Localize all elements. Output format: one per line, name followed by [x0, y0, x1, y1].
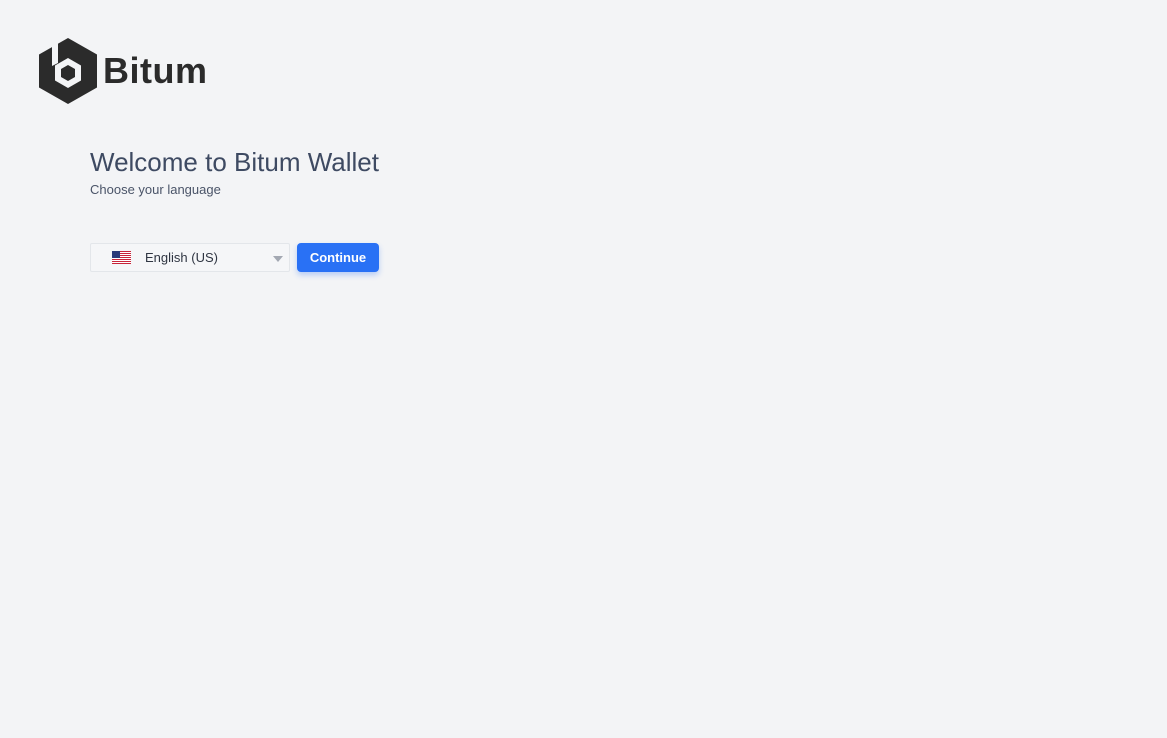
language-select[interactable]: English (US): [90, 243, 290, 272]
brand-name: Bitum: [103, 50, 208, 91]
chevron-down-icon: [273, 256, 283, 262]
bitum-hexagon-logo-icon: [39, 38, 97, 104]
page-subtitle: Choose your language: [90, 182, 221, 197]
welcome-section: Welcome to Bitum Wallet Choose your lang…: [90, 145, 379, 199]
page-title: Welcome to Bitum Wallet: [90, 147, 379, 177]
us-flag-icon: [112, 251, 131, 264]
brand-logo: Bitum: [38, 37, 208, 105]
language-controls: English (US) Continue: [90, 243, 379, 272]
selected-language: English (US): [145, 250, 218, 265]
welcome-page: Bitum Welcome to Bitum Wallet Choose you…: [0, 0, 1167, 738]
continue-button[interactable]: Continue: [297, 243, 379, 272]
